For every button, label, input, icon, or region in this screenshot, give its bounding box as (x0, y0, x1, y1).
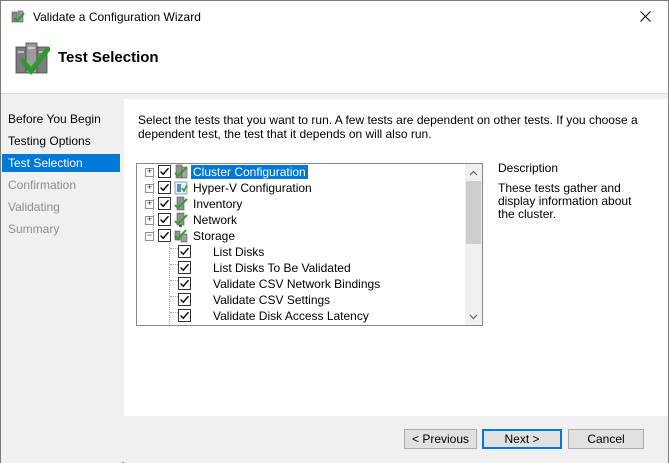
hyperv-config-icon (173, 180, 189, 196)
tree-node-label: Inventory (193, 197, 243, 211)
wizard-window: Validate a Configuration Wizard Test Sel… (0, 0, 669, 463)
collapse-icon[interactable]: − (145, 232, 154, 241)
tree-node-label: List Disks To Be Validated (213, 261, 351, 275)
nav-step-before-you-begin[interactable]: Before You Begin (2, 110, 120, 128)
description-text: These tests gather and display informati… (498, 181, 632, 221)
expand-icon[interactable]: + (145, 216, 154, 225)
checkmark-icon (180, 295, 190, 304)
wizard-app-icon (10, 9, 26, 25)
expand-icon[interactable]: + (145, 200, 154, 209)
checkmark-icon (160, 215, 170, 224)
tree-node-label: Validate CSV Network Bindings (213, 277, 381, 291)
network-icon (173, 212, 189, 228)
checkmark-icon (180, 311, 190, 320)
tree-scrollbar[interactable] (465, 164, 482, 325)
tree-node[interactable]: − Storage (137, 228, 467, 244)
tree-node-label: Network (193, 213, 238, 227)
tree-node-checkbox[interactable] (178, 309, 191, 322)
cancel-button[interactable]: Cancel (568, 429, 644, 449)
description-heading: Description (498, 161, 559, 175)
nav-step-summary: Summary (8, 222, 60, 236)
close-icon (639, 11, 651, 22)
tree-node[interactable]: List Disks (137, 244, 467, 260)
tree-node-label: Validate Disk Access Latency (213, 309, 369, 323)
tree-node-label: Validate CSV Settings (213, 293, 331, 307)
tree-node-label: Hyper-V Configuration (193, 181, 312, 195)
chevron-down-icon (469, 314, 478, 319)
tree-node-checkbox[interactable] (158, 213, 171, 226)
wizard-header: Test Selection (1, 32, 668, 94)
checkmark-icon (160, 167, 170, 176)
inventory-icon (173, 196, 189, 212)
scroll-down-button[interactable] (465, 308, 482, 325)
nav-step-testing-options[interactable]: Testing Options (2, 132, 120, 150)
cluster-config-icon (173, 164, 189, 180)
tree-node-checkbox[interactable] (158, 165, 171, 178)
tree-node-checkbox[interactable] (178, 261, 191, 274)
tree-node[interactable]: + Inventory (137, 196, 467, 212)
tree-node-label: List Disks (213, 245, 265, 259)
wizard-footer: < Previous Next > Cancel (124, 416, 668, 463)
tree-node[interactable]: List Disks To Be Validated (137, 260, 467, 276)
nav-step-confirmation: Confirmation (8, 178, 77, 192)
tree-node-checkbox[interactable] (158, 197, 171, 210)
page-title: Test Selection (58, 49, 159, 66)
tree-node[interactable]: + Network (137, 212, 467, 228)
close-button[interactable] (622, 1, 668, 32)
scroll-up-button[interactable] (465, 164, 482, 181)
test-tree[interactable]: + Cluster Configuration + Hyper-V Config… (136, 163, 483, 326)
chevron-up-icon (469, 170, 478, 175)
nav-step-test-selection[interactable]: Test Selection (2, 154, 120, 172)
checkmark-icon (180, 279, 190, 288)
window-title: Validate a Configuration Wizard (33, 10, 201, 24)
tree-node-checkbox[interactable] (178, 293, 191, 306)
tree-node[interactable]: Validate Disk Access Latency (137, 308, 467, 324)
checkmark-icon (160, 231, 170, 240)
checkmark-icon (180, 247, 190, 256)
main-content: Select the tests that you want to run. A… (124, 99, 668, 416)
storage-icon (173, 228, 189, 244)
tree-node[interactable]: + Hyper-V Configuration (137, 180, 467, 196)
expand-icon[interactable]: + (145, 168, 154, 177)
tree-node-label: Storage (193, 229, 236, 243)
tree-node-checkbox[interactable] (178, 245, 191, 258)
validate-config-icon (14, 39, 51, 79)
wizard-steps-nav: Before You Begin Testing Options Test Se… (1, 99, 122, 463)
tree-node[interactable]: Validate CSV Network Bindings (137, 276, 467, 292)
nav-step-validating: Validating (8, 200, 60, 214)
tree-node[interactable]: Validate CSV Settings (137, 292, 467, 308)
checkmark-icon (160, 183, 170, 192)
title-bar[interactable]: Validate a Configuration Wizard (1, 1, 668, 32)
scroll-thumb[interactable] (466, 181, 481, 244)
checkmark-icon (160, 199, 170, 208)
tree-node-checkbox[interactable] (158, 181, 171, 194)
checkmark-icon (180, 263, 190, 272)
next-button[interactable]: Next > (482, 429, 562, 449)
tree-node-checkbox[interactable] (178, 277, 191, 290)
tree-node-checkbox[interactable] (158, 229, 171, 242)
tree-node-label: Cluster Configuration (191, 165, 308, 179)
tree-node[interactable]: + Cluster Configuration (137, 164, 467, 180)
previous-button[interactable]: < Previous (404, 429, 477, 449)
instructions-text: Select the tests that you want to run. A… (138, 113, 638, 141)
expand-icon[interactable]: + (145, 184, 154, 193)
